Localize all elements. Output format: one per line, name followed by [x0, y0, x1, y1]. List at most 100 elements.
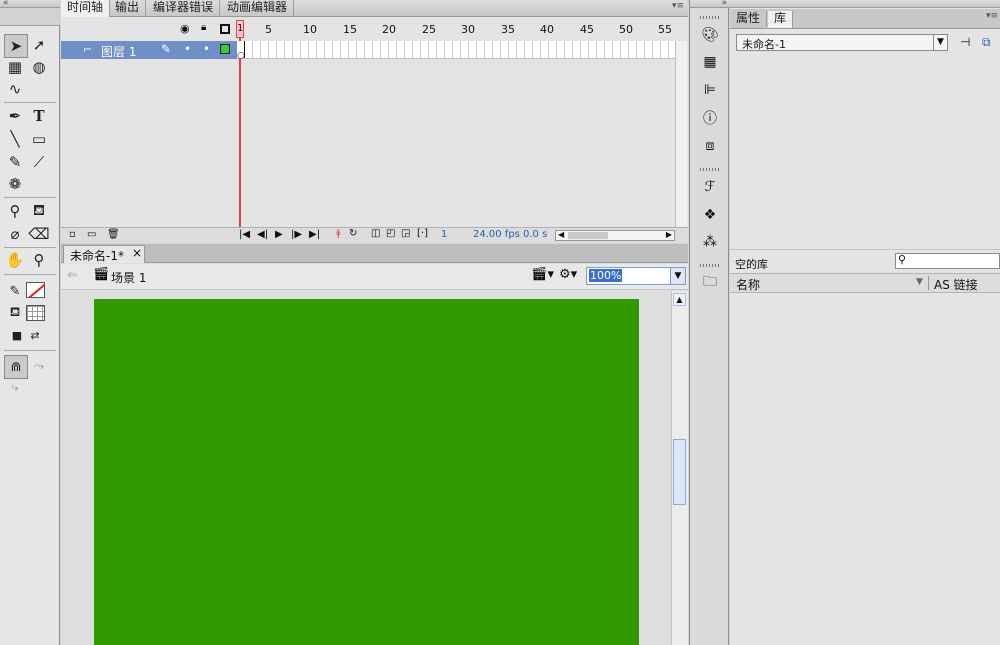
document-vscroll[interactable]: ▲ — [671, 291, 688, 645]
subselection-tool-icon[interactable]: ➚ — [28, 34, 50, 56]
free-transform-tool-icon[interactable]: ▦ — [4, 56, 26, 78]
motion-presets-icon[interactable]: ⁂ — [700, 232, 720, 252]
tools-panel-header[interactable]: « — [0, 0, 60, 8]
info-icon[interactable]: ⓘ — [700, 108, 720, 128]
pin-icon[interactable]: ⊣ — [960, 35, 970, 49]
layer-row[interactable]: ⌐ 图层 1 ✎ • • — [61, 41, 237, 59]
rectangle-tool-icon[interactable]: ▭ — [28, 128, 50, 150]
library-search-input[interactable]: ⚲ — [895, 253, 1000, 269]
outline-color-icon[interactable] — [220, 44, 230, 54]
outline-all-icon[interactable] — [220, 24, 230, 34]
onion-outline-icon[interactable]: ◰ — [386, 228, 395, 239]
loop-icon[interactable]: ↻ — [349, 228, 357, 239]
timeline-vscroll[interactable] — [675, 41, 687, 227]
zoom-select[interactable]: 100% ▼ — [586, 267, 686, 285]
color-icon[interactable]: 🎨︎ — [700, 25, 720, 45]
lock-all-icon[interactable]: 🔒︎ — [201, 22, 206, 33]
document-tab[interactable]: 未命名-1* × — [63, 245, 145, 263]
chevron-down-icon[interactable]: ▼ — [670, 268, 685, 284]
library-doc-select[interactable]: 未命名-1 ▼ — [736, 34, 948, 51]
fill-color-swatch[interactable] — [26, 305, 45, 321]
pen-tool-icon[interactable]: ✒ — [4, 105, 26, 127]
new-layer-icon[interactable]: ▫ — [69, 229, 76, 240]
playhead[interactable]: 1 — [236, 20, 244, 38]
edit-scene-icon[interactable]: 🎬︎▾ — [531, 267, 554, 282]
frame-ruler[interactable]: 5 10 15 20 25 30 35 40 45 50 55 — [237, 20, 677, 40]
zoom-tool-icon[interactable]: ⚲ — [28, 249, 50, 271]
scene-label[interactable]: 场景 1 — [111, 269, 146, 286]
tools-divider — [4, 274, 56, 275]
dock-grip[interactable] — [700, 168, 720, 171]
tab-compiler-errors[interactable]: 编译器错误 — [147, 0, 221, 16]
onion-skin-icon[interactable]: ◫ — [371, 228, 380, 239]
tab-properties[interactable]: 属性 — [730, 11, 768, 27]
dock-header[interactable]: » — [690, 0, 730, 8]
3d-rotation-tool-icon[interactable]: ◍ — [28, 56, 50, 78]
lock-dot[interactable]: • — [203, 42, 210, 56]
dock-grip[interactable] — [700, 264, 720, 267]
center-frame-icon[interactable]: ǂ — [336, 228, 341, 239]
lasso-tool-icon[interactable]: ∿ — [4, 78, 26, 100]
selection-tool-icon[interactable]: ➤ — [4, 34, 28, 58]
smooth-icon[interactable]: ⤳ — [28, 355, 50, 377]
eraser-tool-icon[interactable]: ⌫ — [28, 223, 50, 245]
straighten-icon[interactable]: ⤷ — [4, 376, 26, 398]
components-icon[interactable]: ❖ — [700, 205, 720, 225]
swatches-icon[interactable]: ▦ — [700, 52, 720, 72]
show-hide-all-icon[interactable]: ◉ — [180, 22, 190, 35]
chevron-down-icon[interactable]: ▼ — [933, 35, 947, 50]
line-tool-icon[interactable]: ╲ — [4, 128, 26, 150]
play-icon[interactable]: ▶ — [275, 229, 283, 240]
brush-tool-icon[interactable]: ⟋ — [28, 151, 50, 173]
keyframe[interactable]: ○ — [237, 41, 245, 61]
swap-colors-icon[interactable]: ⇄ — [24, 324, 46, 346]
stroke-color-swatch[interactable] — [26, 282, 45, 298]
tab-output[interactable]: 输出 — [109, 0, 147, 16]
tab-motion-editor[interactable]: 动画编辑器 — [221, 0, 295, 16]
stroke-color-icon[interactable]: ✎ — [4, 280, 26, 302]
scroll-up-icon[interactable]: ▲ — [673, 293, 686, 306]
stage[interactable] — [94, 299, 639, 645]
edit-symbols-icon[interactable]: ⚙▾ — [559, 267, 577, 282]
align-icon[interactable]: ⊫ — [700, 80, 720, 100]
tab-timeline[interactable]: 时间轴 — [61, 0, 111, 17]
pencil-tool-icon[interactable]: ✎ — [4, 151, 26, 173]
zoom-value[interactable]: 100% — [589, 269, 623, 282]
prev-frame-icon[interactable]: ◀| — [257, 229, 268, 240]
scroll-thumb[interactable] — [673, 439, 686, 505]
back-arrow-icon[interactable]: ⇐ — [67, 268, 78, 283]
column-name[interactable]: 名称 — [736, 276, 760, 293]
text-tool-icon[interactable]: T — [28, 105, 50, 127]
deco-tool-icon[interactable]: ❁ — [4, 173, 26, 195]
visibility-dot[interactable]: • — [184, 42, 191, 56]
delete-layer-icon[interactable]: 🗑︎ — [107, 229, 120, 240]
project-icon[interactable]: 🗀︎ — [700, 273, 720, 293]
first-frame-icon[interactable]: |◀ — [239, 229, 250, 240]
transform-icon[interactable]: ⧈ — [700, 136, 720, 156]
layer-name[interactable]: 图层 1 — [101, 43, 136, 60]
bone-tool-icon[interactable]: ⚲ — [4, 200, 26, 222]
close-icon[interactable]: × — [132, 246, 142, 260]
paint-bucket-tool-icon[interactable]: ⛾ — [28, 200, 50, 222]
fps-readout[interactable]: 24.00 fps — [473, 229, 520, 240]
hand-tool-icon[interactable]: ✋ — [4, 249, 26, 271]
edit-multiple-icon[interactable]: ◲ — [401, 228, 410, 239]
tab-library[interactable]: 库 — [768, 11, 794, 28]
frame-grid[interactable]: ○ — [237, 41, 677, 61]
library-list[interactable] — [730, 294, 1000, 645]
next-frame-icon[interactable]: |▶ — [291, 229, 302, 240]
timeline-hscroll[interactable]: ◀ ▶ — [555, 230, 675, 241]
new-library-panel-icon[interactable]: ⧉ — [982, 35, 991, 50]
fill-color-icon[interactable]: ⛾ — [4, 302, 26, 324]
column-linkage[interactable]: AS 链接 — [934, 276, 978, 293]
panel-menu-icon[interactable]: ▾≡ — [986, 11, 998, 21]
modify-markers-icon[interactable]: [·] — [417, 228, 428, 239]
panel-menu-icon[interactable]: ▾≡ — [672, 1, 684, 11]
eyedropper-tool-icon[interactable]: ⌀ — [4, 223, 26, 245]
new-folder-icon[interactable]: ▭ — [87, 229, 96, 240]
last-frame-icon[interactable]: ▶| — [309, 229, 320, 240]
pasteboard[interactable] — [61, 291, 671, 645]
sort-icon[interactable]: ▼ — [916, 277, 923, 287]
actions-icon[interactable]: ℱ — [700, 177, 720, 197]
dock-grip[interactable] — [700, 16, 720, 19]
